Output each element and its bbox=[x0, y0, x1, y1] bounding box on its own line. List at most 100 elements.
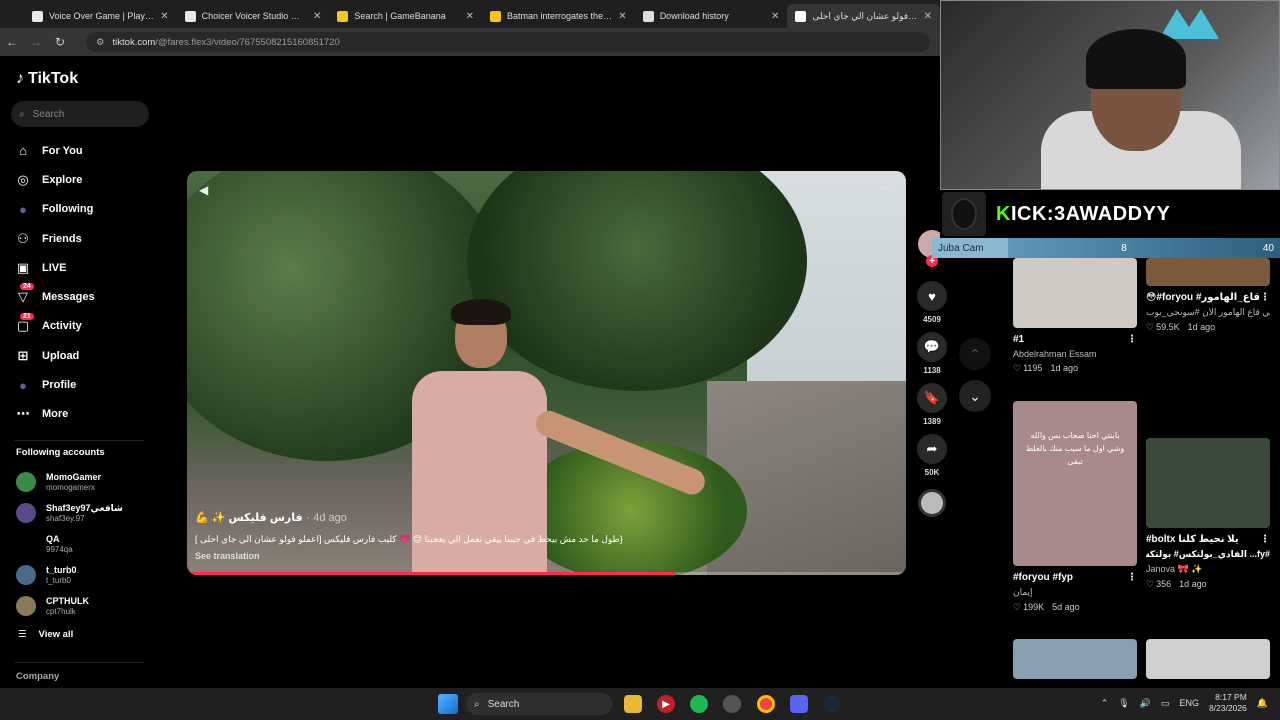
menu-label: Explore bbox=[42, 173, 83, 186]
video-card[interactable] bbox=[1146, 639, 1270, 679]
comment-action[interactable]: 💬 1138 bbox=[914, 332, 950, 375]
heart-outline-icon: ♡ bbox=[1146, 579, 1155, 589]
following-account[interactable]: MomoGamer momogamerx bbox=[16, 466, 123, 497]
tiktok-logo[interactable]: ♪ TikTok bbox=[16, 70, 78, 88]
spotify-icon[interactable] bbox=[690, 695, 708, 713]
video-thumbnail[interactable]: بابنتي احنا صحاب بس والله وشي اول ما سيب… bbox=[1013, 401, 1137, 566]
speaker-icon[interactable]: 🔊 bbox=[1140, 698, 1151, 709]
clock[interactable]: 8:17 PM 8/23/2026 bbox=[1209, 692, 1247, 714]
close-icon[interactable]: ✕ bbox=[771, 11, 779, 22]
bookmark-icon[interactable]: 🔖 bbox=[917, 383, 947, 413]
more-icon[interactable]: ⋮ bbox=[1127, 334, 1137, 345]
chevron-down-icon[interactable]: ⌄ bbox=[959, 380, 991, 412]
following-account[interactable]: QA 9974qa bbox=[16, 528, 123, 559]
chevron-up-icon[interactable]: ⌃ bbox=[959, 338, 991, 370]
browser-tab[interactable]: Download history ✕ bbox=[635, 4, 788, 28]
menu-item-activity[interactable]: ▢ 21 Activity bbox=[14, 312, 95, 341]
avatar bbox=[16, 471, 36, 492]
taskbar-search[interactable]: ⌕ Search bbox=[466, 693, 612, 715]
reload-icon[interactable]: ↻ bbox=[48, 35, 72, 49]
close-icon[interactable]: ✕ bbox=[313, 11, 321, 22]
menu-item-for-you[interactable]: ⌂ For You bbox=[14, 136, 95, 165]
video-thumbnail[interactable] bbox=[1013, 258, 1137, 328]
browser-tab[interactable]: Choicer Voicer Studio — Free C ✕ bbox=[177, 4, 330, 28]
card-author[interactable]: إيمان bbox=[1013, 587, 1137, 598]
account-name: CPTHULK bbox=[46, 595, 89, 606]
menu-item-more[interactable]: ⋯ More bbox=[14, 400, 95, 429]
card-meta: ♡ 59.5K 1d ago bbox=[1146, 322, 1270, 333]
close-icon[interactable]: ✕ bbox=[466, 11, 474, 22]
site-info-icon[interactable]: ⚙ bbox=[96, 37, 105, 48]
menu-item-profile[interactable]: ● Profile bbox=[14, 370, 95, 399]
forward-icon[interactable]: → bbox=[24, 35, 48, 49]
video-thumbnail[interactable] bbox=[1146, 639, 1270, 679]
following-account[interactable]: CPTHULK cpt7hulk bbox=[16, 590, 123, 621]
video-card[interactable]: #boltx يلا نحيط كلنا ⋮ #fy... الفادي_بولتك… bbox=[1146, 438, 1270, 590]
following-account[interactable]: Shaf3ey97شافعي shaf3ey.97 bbox=[16, 497, 123, 528]
more-icon[interactable]: ⋮ bbox=[1127, 572, 1137, 583]
menu-item-messages[interactable]: ▽ 24 Messages bbox=[14, 282, 95, 311]
card-meta: ♡ 1195 1d ago bbox=[1013, 363, 1137, 374]
video-card[interactable]: بابنتي احنا صحاب بس والله وشي اول ما سيب… bbox=[1013, 401, 1137, 613]
video-thumbnail[interactable] bbox=[1146, 258, 1270, 286]
video-more-icon[interactable]: ⋯ bbox=[880, 181, 892, 195]
close-icon[interactable]: ✕ bbox=[160, 11, 168, 22]
video-thumbnail[interactable] bbox=[1146, 438, 1270, 528]
back-icon[interactable]: ← bbox=[0, 35, 24, 49]
see-translation-link[interactable]: See translation bbox=[195, 551, 886, 561]
save-action[interactable]: 🔖 1389 bbox=[914, 383, 950, 426]
file-explorer-icon[interactable] bbox=[624, 695, 642, 713]
share-icon[interactable]: ➦ bbox=[917, 434, 947, 464]
view-all-button[interactable]: ☰ View all bbox=[18, 629, 73, 640]
discord-icon[interactable] bbox=[790, 695, 808, 713]
menu-item-following[interactable]: ● Following bbox=[14, 195, 95, 224]
video-player[interactable]: ◀ ⋯ فارس فليكس ✨ 💪 · 4d ago {طول ما حد م… bbox=[187, 171, 906, 575]
like-action[interactable]: ♥ 4509 bbox=[914, 281, 950, 324]
company-link[interactable]: Company bbox=[16, 671, 59, 682]
more-icon[interactable]: ⋮ bbox=[1260, 292, 1270, 303]
app-icon[interactable] bbox=[723, 695, 741, 713]
menu-item-explore[interactable]: ◎ Explore bbox=[14, 165, 95, 194]
video-thumbnail[interactable] bbox=[1013, 639, 1137, 679]
heart-icon[interactable]: ♥ bbox=[917, 281, 947, 311]
browser-tab[interactable]: Search | GameBanana ✕ bbox=[329, 4, 482, 28]
notification-icon[interactable]: 🔔 bbox=[1257, 698, 1268, 709]
browser-tab[interactable]: Voice Over Game | Play Choicer ✕ bbox=[24, 4, 177, 28]
following-account[interactable]: t_turb0 t_turb0 bbox=[16, 559, 123, 590]
close-icon[interactable]: ✕ bbox=[924, 11, 932, 22]
menu-item-live[interactable]: ▣ LIVE bbox=[14, 253, 95, 282]
network-icon[interactable]: ▭ bbox=[1161, 698, 1170, 709]
video-actions: ♥ 4509 💬 1138 🔖 1389 ➦ 50K bbox=[914, 281, 950, 485]
video-card[interactable]: #1 ⋮ Abdelrahman Essam ♡ 1195 1d ago bbox=[1013, 258, 1137, 374]
card-author[interactable]: Janova 🎀 ✨ bbox=[1146, 564, 1270, 575]
chrome-icon[interactable] bbox=[757, 695, 775, 713]
media-player-icon[interactable]: ▶ bbox=[657, 695, 675, 713]
video-card[interactable]: 😳#foryou #قاع_الهامور⋮ شكاوي اهالي قاع ال… bbox=[1146, 258, 1270, 333]
video-progress-bar[interactable] bbox=[187, 572, 906, 575]
card-author[interactable]: شكاوي اهالي قاع الهامور الان #سونجي_بوب … bbox=[1146, 307, 1270, 318]
video-card[interactable] bbox=[1013, 639, 1137, 679]
search-input[interactable]: ⌕ Search bbox=[11, 101, 149, 127]
volume-icon[interactable]: ◀ bbox=[199, 183, 208, 197]
video-person-hair bbox=[451, 299, 511, 325]
browser-tab[interactable]: Batman interrogates the Joker - ✕ bbox=[482, 4, 635, 28]
notification-badge: 24 bbox=[20, 283, 34, 291]
windows-start-icon[interactable] bbox=[438, 694, 458, 714]
card-author[interactable]: Abdelrahman Essam bbox=[1013, 349, 1137, 359]
sidebar-divider bbox=[14, 440, 144, 441]
more-icon[interactable]: ⋮ bbox=[1260, 534, 1270, 545]
menu-item-upload[interactable]: ⊞ Upload bbox=[14, 341, 95, 370]
url-field[interactable]: ⚙ tiktok.com/@fares.flex3/video/76755082… bbox=[86, 32, 930, 52]
music-disc-icon[interactable] bbox=[918, 489, 946, 517]
steam-icon[interactable] bbox=[823, 695, 841, 713]
browser-tab[interactable]: علمو فولو عشان الي جاي احلى | ✕ bbox=[787, 4, 941, 28]
menu-label: LIVE bbox=[42, 261, 67, 274]
share-action[interactable]: ➦ 50K bbox=[914, 434, 950, 477]
video-author[interactable]: فارس فليكس ✨ 💪 bbox=[195, 511, 303, 524]
chevron-up-icon[interactable]: ⌃ bbox=[1101, 698, 1109, 709]
menu-item-friends[interactable]: ⚇ Friends bbox=[14, 224, 95, 253]
language-indicator[interactable]: ENG bbox=[1179, 698, 1199, 708]
mic-icon[interactable]: 🎙 bbox=[1118, 698, 1129, 709]
close-icon[interactable]: ✕ bbox=[618, 11, 626, 22]
comment-icon[interactable]: 💬 bbox=[917, 332, 947, 362]
